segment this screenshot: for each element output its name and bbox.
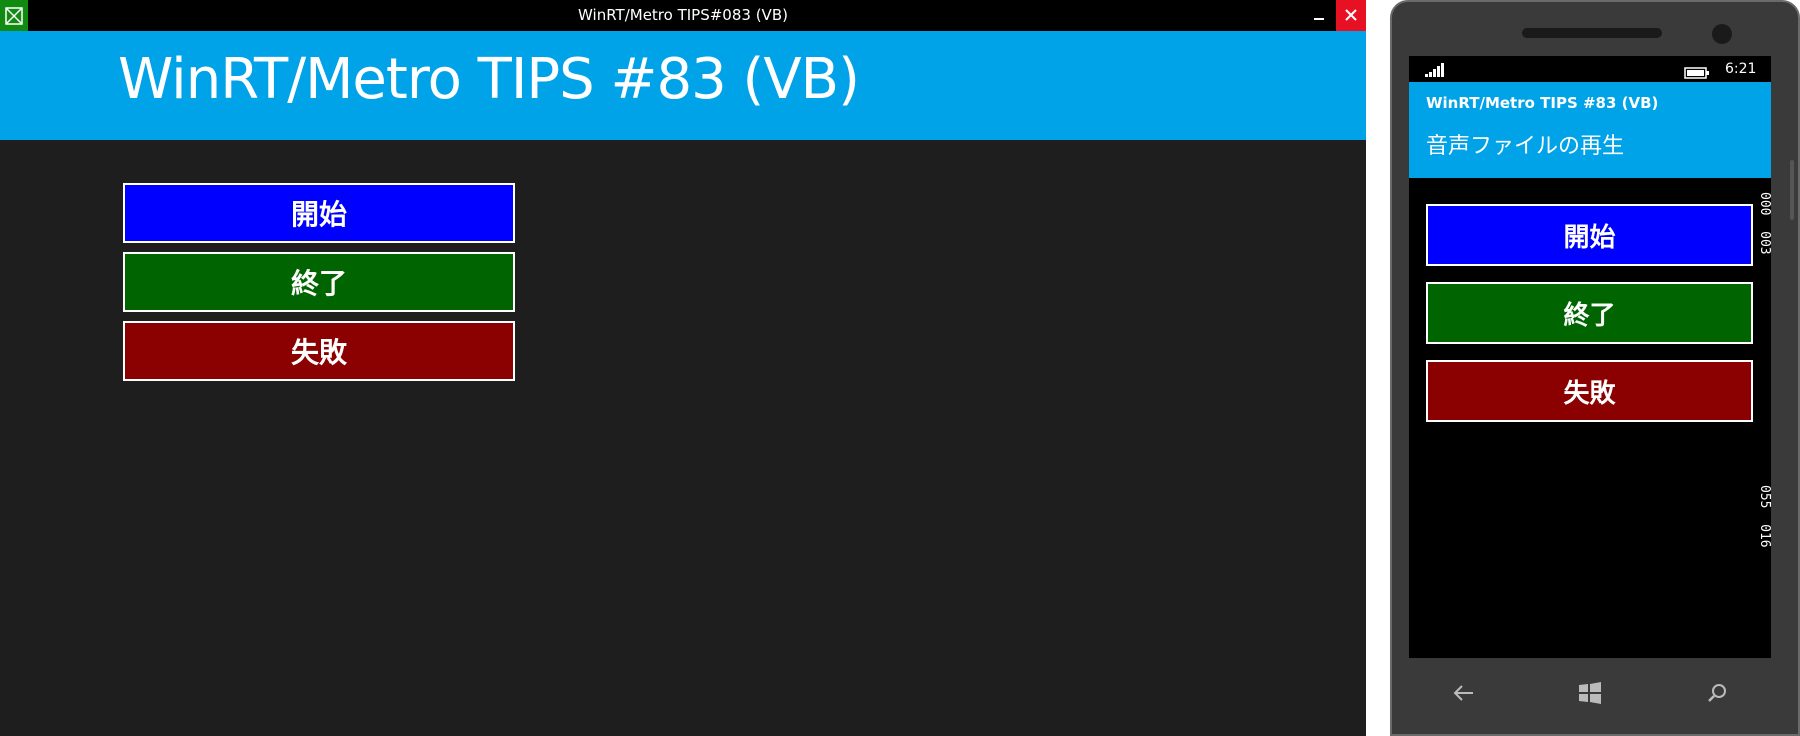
phone-start-button[interactable]: 開始 xyxy=(1426,204,1753,266)
frame-rate-counter: 000 003 xyxy=(1757,178,1771,268)
phone-end-button[interactable]: 終了 xyxy=(1426,282,1753,344)
phone-app-title: WinRT/Metro TIPS #83 (VB) xyxy=(1426,94,1659,112)
back-button[interactable] xyxy=(1449,682,1479,708)
close-button[interactable] xyxy=(1336,0,1366,31)
app-header: WinRT/Metro TIPS #83 (VB) xyxy=(0,31,1366,140)
desktop-app-window: WinRT/Metro TIPS#083 (VB) WinRT/Metro TI… xyxy=(0,0,1366,736)
phone-page-title: 音声ファイルの再生 xyxy=(1426,134,1625,159)
phone-speaker xyxy=(1522,28,1662,38)
back-icon xyxy=(1453,684,1475,706)
frame-rate-counter: 055 016 xyxy=(1757,476,1771,556)
minimize-button[interactable] xyxy=(1306,0,1332,31)
status-time: 6:21 xyxy=(1725,61,1757,77)
window-title: WinRT/Metro TIPS#083 (VB) xyxy=(578,6,788,24)
battery-icon xyxy=(1684,64,1710,83)
windows-icon xyxy=(1578,681,1602,709)
start-button[interactable]: 開始 xyxy=(123,183,515,243)
signal-icon xyxy=(1425,62,1447,81)
phone-screen: 6:21 WinRT/Metro TIPS #83 (VB) 音声ファイルの再生… xyxy=(1409,56,1771,658)
counter-value: 055 xyxy=(1757,484,1771,509)
end-button[interactable]: 終了 xyxy=(123,252,515,312)
minimize-icon xyxy=(1313,6,1325,25)
search-icon xyxy=(1707,683,1727,707)
start-menu-button[interactable] xyxy=(1575,682,1605,708)
counter-value: 016 xyxy=(1757,523,1771,548)
phone-nav-bar xyxy=(1409,670,1771,720)
search-button[interactable] xyxy=(1702,682,1732,708)
camera-icon xyxy=(1712,24,1732,44)
status-bar: 6:21 xyxy=(1409,56,1771,82)
phone-side-button xyxy=(1790,160,1794,220)
fail-button[interactable]: 失敗 xyxy=(123,321,515,381)
phone-app-header: WinRT/Metro TIPS #83 (VB) 音声ファイルの再生 xyxy=(1409,82,1771,178)
counter-value: 000 xyxy=(1757,191,1771,216)
close-icon xyxy=(1345,6,1357,25)
phone-fail-button[interactable]: 失敗 xyxy=(1426,360,1753,422)
page-title: WinRT/Metro TIPS #83 (VB) xyxy=(118,47,860,112)
window-titlebar[interactable]: WinRT/Metro TIPS#083 (VB) xyxy=(0,0,1366,31)
counter-value: 003 xyxy=(1757,230,1771,255)
